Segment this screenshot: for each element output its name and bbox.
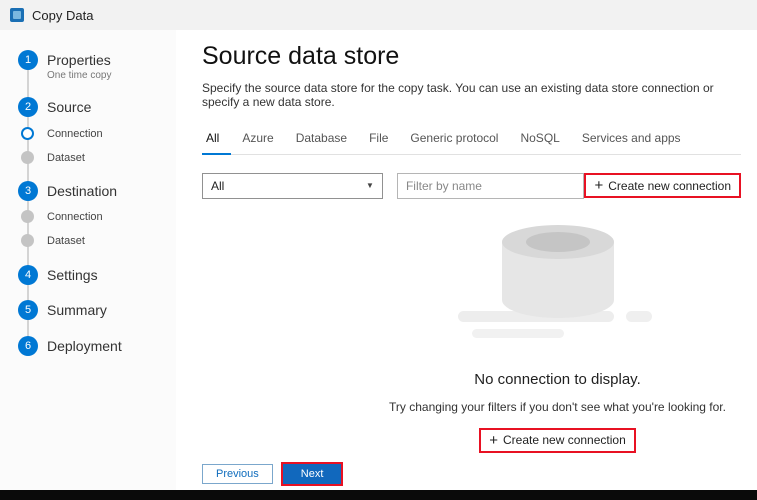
filter-by-name-input[interactable] [397, 173, 585, 199]
step-number-bubble: 3 [18, 181, 38, 201]
bottom-bar [0, 490, 757, 500]
filter-row: All ▼ + Create new connection [202, 173, 741, 199]
cylinder-opening [526, 232, 590, 252]
substep-destination-connection[interactable]: Connection [21, 210, 103, 223]
step-destination[interactable]: 3 Destination [18, 181, 117, 201]
copy-data-icon [10, 8, 24, 22]
tab-all[interactable]: All [202, 125, 231, 155]
app-header: Copy Data [0, 0, 757, 30]
page-title: Source data store [202, 42, 741, 71]
plus-icon: + [489, 433, 498, 448]
substep-dot [21, 234, 34, 247]
create-new-connection-button-top[interactable]: + Create new connection [586, 175, 739, 196]
substep-label: Dataset [47, 235, 85, 247]
step-label: Properties [47, 50, 111, 70]
substep-label: Dataset [47, 152, 85, 164]
step-label: Summary [47, 300, 107, 320]
step-number-bubble: 2 [18, 97, 38, 117]
step-number-bubble: 1 [18, 50, 38, 70]
app-title: Copy Data [32, 8, 93, 23]
substep-dot [21, 151, 34, 164]
annotation-box-create-top: + Create new connection [584, 173, 741, 198]
empty-state-illustration [458, 225, 658, 349]
substep-dot [21, 210, 34, 223]
create-button-label: Create new connection [503, 433, 626, 447]
step-summary[interactable]: 5 Summary [18, 300, 107, 320]
substep-destination-dataset[interactable]: Dataset [21, 234, 85, 247]
main-panel: Source data store Specify the source dat… [176, 30, 757, 490]
plus-icon: + [594, 178, 603, 193]
dropdown-selected-value: All [211, 179, 224, 193]
annotation-box-create-center: + Create new connection [479, 428, 636, 453]
illustration-shadow [472, 329, 564, 338]
previous-button[interactable]: Previous [202, 464, 273, 484]
step-number-bubble: 4 [18, 265, 38, 285]
next-button[interactable]: Next [283, 464, 342, 484]
create-new-connection-button-center[interactable]: + Create new connection [481, 430, 634, 451]
illustration-shadow [626, 311, 652, 322]
chevron-down-icon: ▼ [366, 181, 374, 190]
tab-nosql[interactable]: NoSQL [509, 125, 570, 154]
step-number-bubble: 6 [18, 336, 38, 356]
tab-database[interactable]: Database [285, 125, 358, 154]
step-label: Source [47, 97, 91, 117]
tab-generic-protocol[interactable]: Generic protocol [399, 125, 509, 154]
create-button-label: Create new connection [608, 179, 731, 193]
substep-source-connection[interactable]: Connection [21, 127, 103, 140]
annotation-box-next: Next [281, 462, 344, 486]
substep-label: Connection [47, 211, 103, 223]
empty-state-subtitle: Try changing your filters if you don't s… [389, 400, 726, 414]
step-deployment[interactable]: 6 Deployment [18, 336, 122, 356]
tab-azure[interactable]: Azure [231, 125, 284, 154]
empty-state: No connection to display. Try changing y… [288, 225, 757, 453]
step-source[interactable]: 2 Source [18, 97, 91, 117]
empty-state-title: No connection to display. [474, 371, 641, 388]
step-label: Settings [47, 265, 98, 285]
step-label: Deployment [47, 336, 122, 356]
step-properties[interactable]: 1 Properties One time copy [18, 50, 111, 81]
page-description: Specify the source data store for the co… [202, 81, 741, 109]
tab-file[interactable]: File [358, 125, 399, 154]
step-settings[interactable]: 4 Settings [18, 265, 98, 285]
step-number-bubble: 5 [18, 300, 38, 320]
connection-type-dropdown[interactable]: All ▼ [202, 173, 383, 199]
substep-source-dataset[interactable]: Dataset [21, 151, 85, 164]
wizard-footer: Previous Next [202, 462, 343, 486]
category-tabs: All Azure Database File Generic protocol… [202, 125, 741, 155]
step-sublabel: One time copy [47, 70, 111, 81]
tab-services-and-apps[interactable]: Services and apps [571, 125, 692, 154]
substep-dot-current [21, 127, 34, 140]
wizard-stepper: 1 Properties One time copy 2 Source Conn… [0, 30, 176, 490]
step-label: Destination [47, 181, 117, 201]
substep-label: Connection [47, 128, 103, 140]
